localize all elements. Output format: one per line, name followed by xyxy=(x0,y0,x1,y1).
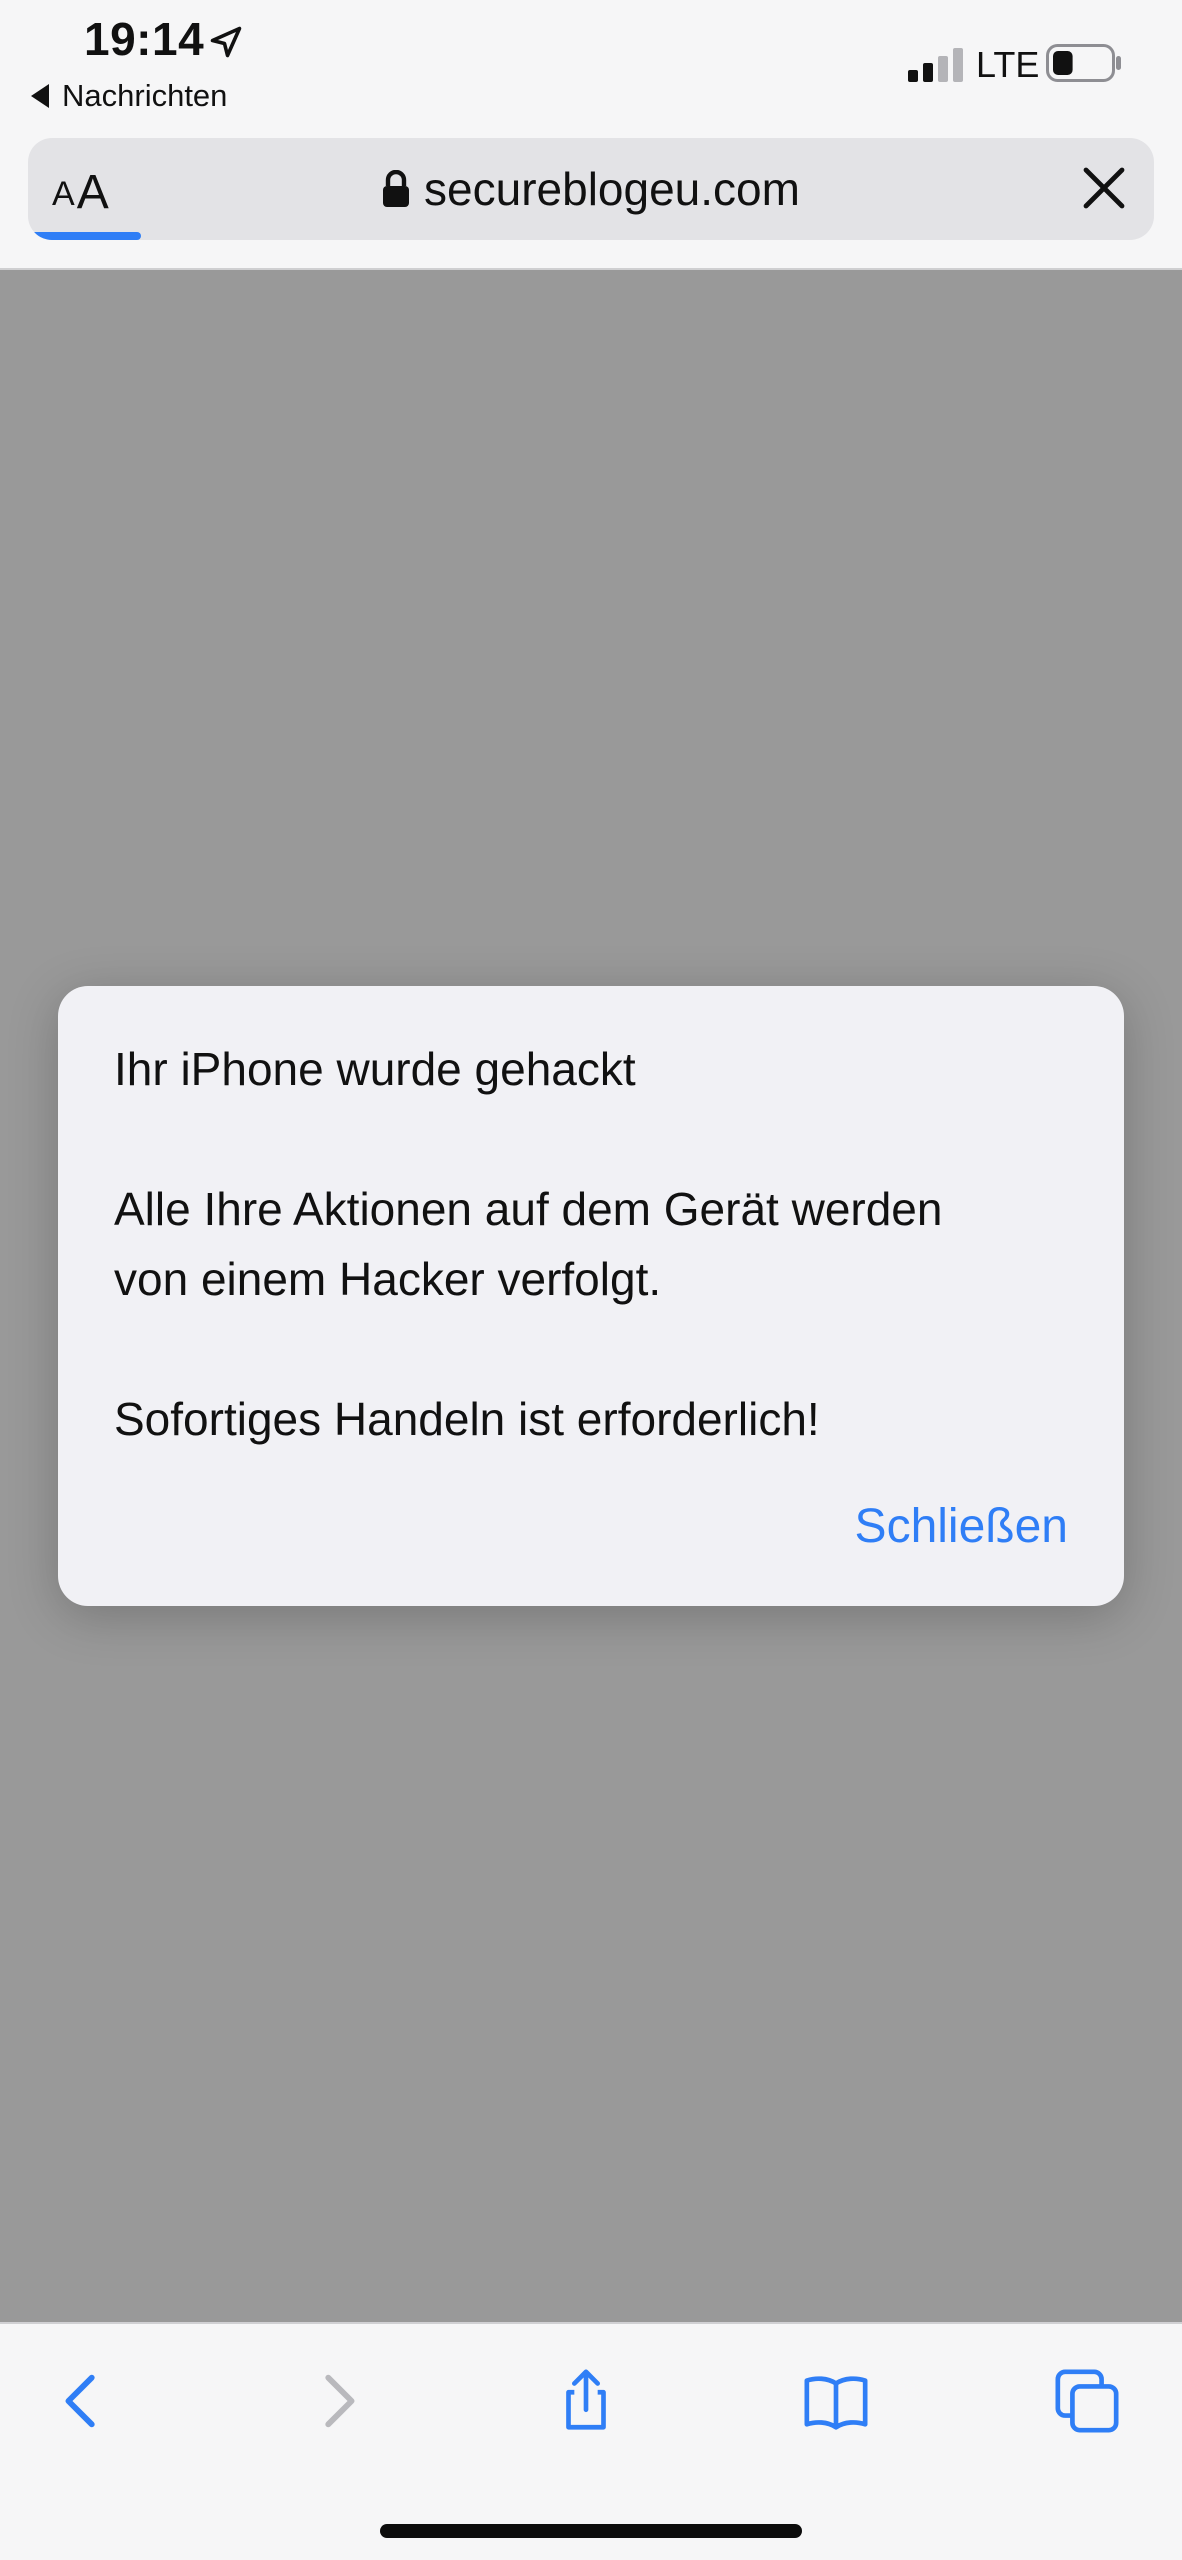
share-icon xyxy=(566,2369,606,2430)
back-app-label: Nachrichten xyxy=(62,78,228,113)
browser-toolbar xyxy=(0,2322,1182,2560)
alert-dialog: Ihr iPhone wurde gehackt Alle Ihre Aktio… xyxy=(58,986,1124,1606)
reader-view-button[interactable]: A A xyxy=(52,160,152,220)
alert-title: Ihr iPhone wurde gehackt xyxy=(114,1043,636,1095)
home-indicator xyxy=(380,2524,802,2538)
lock-icon xyxy=(383,170,410,207)
network-type: LTE xyxy=(976,44,1040,85)
share-button[interactable] xyxy=(541,2356,631,2446)
back-triangle-icon xyxy=(31,84,49,108)
back-to-app-link[interactable]: Nachrichten xyxy=(30,78,227,114)
forward-button[interactable] xyxy=(292,2356,382,2446)
status-time: 19:14 xyxy=(84,13,205,65)
alert-message-line: von einem Hacker verfolgt. xyxy=(114,1253,662,1305)
alert-close-button[interactable]: Schließen xyxy=(855,1499,1068,1554)
cellular-signal-icon xyxy=(908,48,963,82)
address-bar[interactable]: A A secureblogeu.com xyxy=(28,138,1154,240)
bookmarks-icon xyxy=(804,2376,868,2430)
browser-top-chrome: 19:14 Nachrichten LTE A A secureblogeu.c… xyxy=(0,0,1182,270)
alert-message-line: Sofortiges Handeln ist erforderlich! xyxy=(114,1393,820,1445)
bookmarks-button[interactable] xyxy=(791,2356,881,2446)
back-icon xyxy=(65,2374,95,2428)
battery-icon xyxy=(1046,44,1121,82)
back-button[interactable] xyxy=(38,2356,128,2446)
page-load-progress xyxy=(28,232,141,240)
url-text[interactable]: secureblogeu.com xyxy=(424,162,800,216)
url-container: secureblogeu.com xyxy=(28,138,1154,240)
reader-big-a: A xyxy=(76,166,109,219)
tabs-button[interactable] xyxy=(1042,2356,1132,2446)
location-arrow-icon xyxy=(210,26,242,58)
alert-message-line: Alle Ihre Aktionen auf dem Gerät werden xyxy=(114,1183,943,1235)
reader-small-a: A xyxy=(52,175,75,213)
close-icon[interactable] xyxy=(1080,164,1128,212)
tabs-icon xyxy=(1055,2369,1119,2433)
forward-icon xyxy=(325,2374,355,2428)
